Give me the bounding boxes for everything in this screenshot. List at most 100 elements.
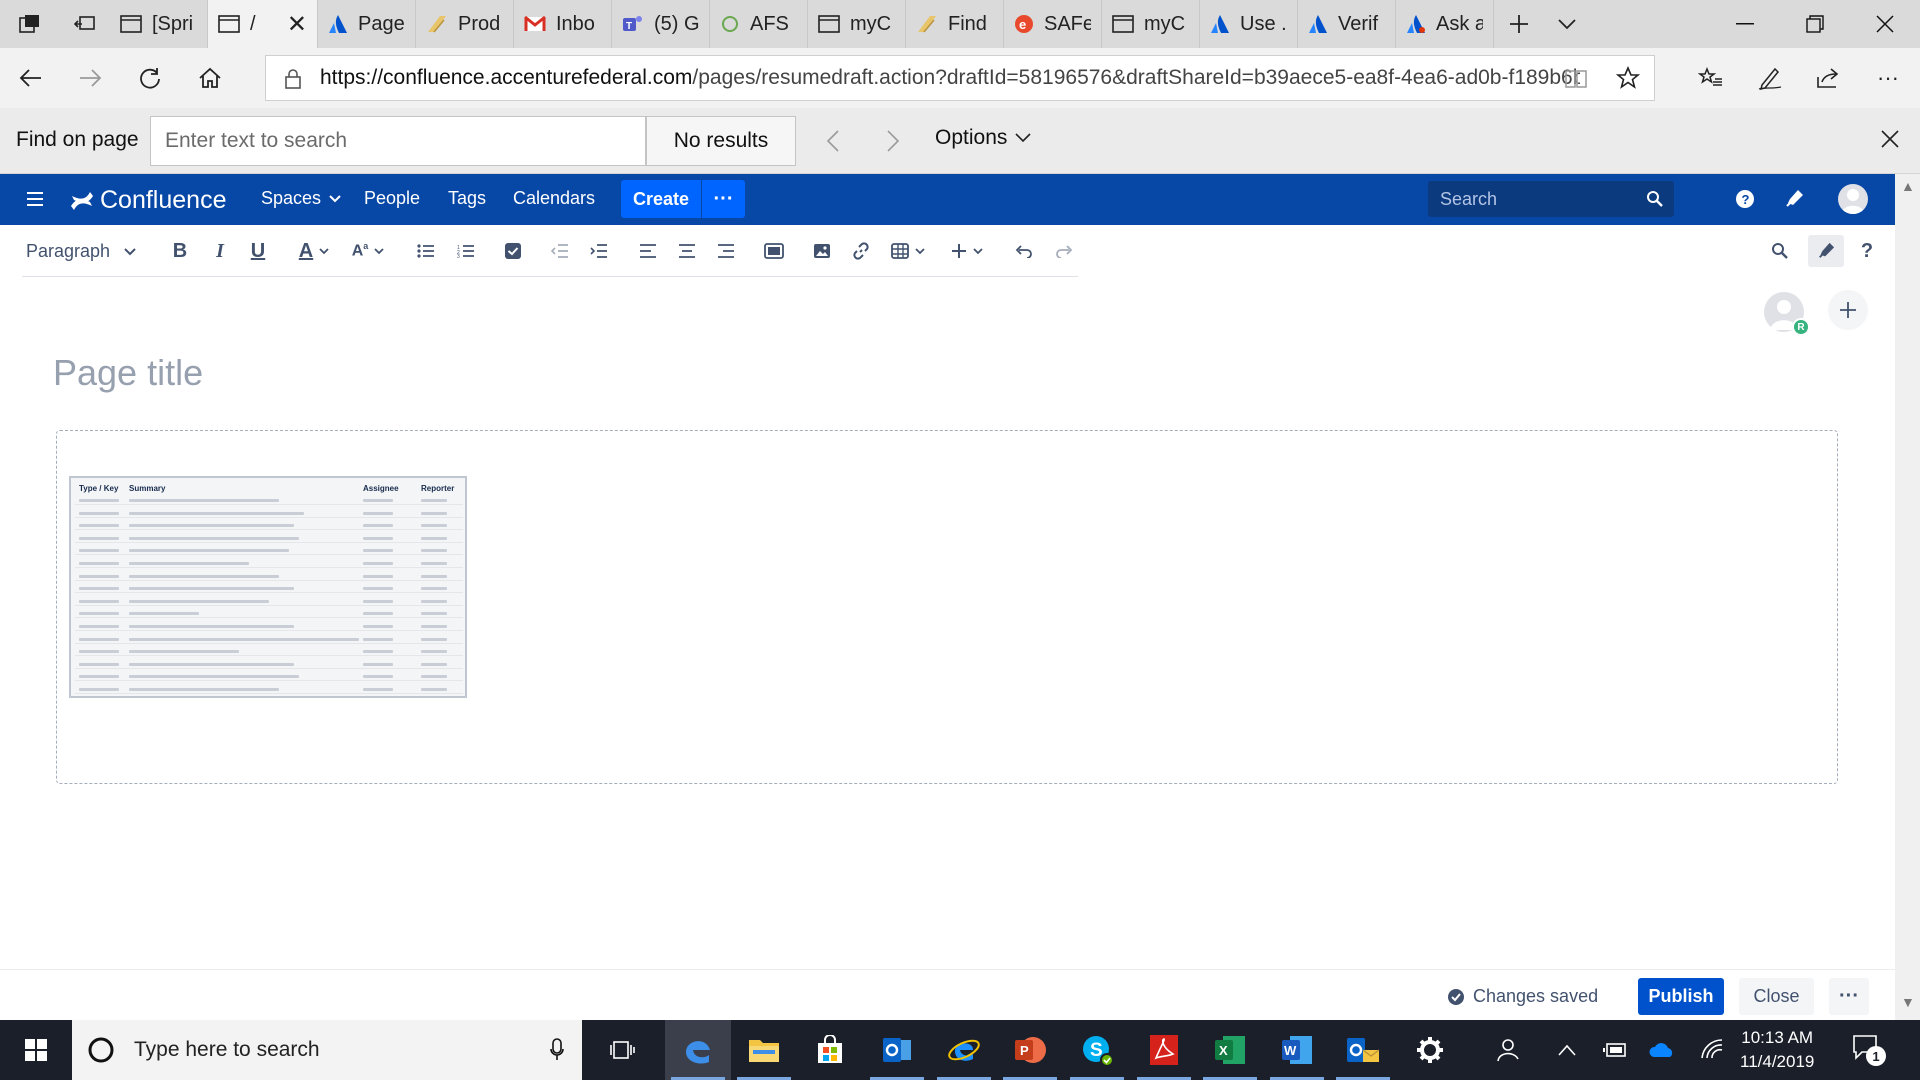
user-avatar[interactable] xyxy=(1838,184,1868,214)
people-icon[interactable] xyxy=(1494,1037,1520,1063)
align-right-icon[interactable] xyxy=(714,239,738,263)
system-clock[interactable]: 10:13 AM 11/4/2019 xyxy=(1740,1026,1814,1074)
tab-teams[interactable]: T (5) G xyxy=(612,0,710,48)
tab-inbox[interactable]: Inbo xyxy=(514,0,612,48)
italic-icon[interactable]: I xyxy=(208,239,232,263)
favorite-star-icon[interactable] xyxy=(1616,66,1640,90)
page-scrollbar[interactable]: ▲ ▼ xyxy=(1895,174,1920,1020)
taskbar-search-box[interactable]: Type here to search xyxy=(72,1020,582,1080)
publish-button[interactable]: Publish xyxy=(1638,978,1724,1015)
notifications-icon[interactable] xyxy=(1784,188,1804,210)
taskbar-internet-explorer[interactable] xyxy=(931,1020,997,1080)
task-list-icon[interactable] xyxy=(501,239,525,263)
tab-ask[interactable]: Ask a xyxy=(1396,0,1494,48)
editor-notifications-icon[interactable] xyxy=(1808,235,1844,267)
taskbar-word[interactable]: W xyxy=(1264,1020,1330,1080)
hamburger-menu-icon[interactable] xyxy=(27,192,43,206)
create-button[interactable]: Create xyxy=(621,180,701,218)
numbered-list-icon[interactable]: 123 xyxy=(454,239,478,263)
tab-verif[interactable]: Verif xyxy=(1298,0,1396,48)
address-bar[interactable]: https://confluence.accenturefederal.com/… xyxy=(265,55,1655,101)
find-previous-icon[interactable] xyxy=(816,124,850,158)
find-close-icon[interactable] xyxy=(1873,122,1907,156)
insert-link-icon[interactable] xyxy=(849,239,873,263)
taskbar-edge[interactable] xyxy=(665,1020,731,1080)
tab-page[interactable]: Page xyxy=(318,0,416,48)
home-icon[interactable] xyxy=(192,60,228,96)
taskbar-store[interactable] xyxy=(797,1020,863,1080)
nav-spaces[interactable]: Spaces xyxy=(261,188,341,209)
page-title-input[interactable]: Page title xyxy=(53,352,203,394)
nav-calendars[interactable]: Calendars xyxy=(513,188,595,209)
settings-more-icon[interactable]: ··· xyxy=(1870,60,1906,96)
close-window-icon[interactable] xyxy=(1850,0,1920,48)
tab-close-icon[interactable]: ✕ xyxy=(287,10,307,39)
tab-prod[interactable]: Prod xyxy=(416,0,514,48)
taskbar-settings[interactable] xyxy=(1397,1020,1463,1080)
close-button[interactable]: Close xyxy=(1739,978,1814,1015)
collaborator-avatar[interactable]: R xyxy=(1764,292,1810,336)
onedrive-cloud-icon[interactable] xyxy=(1648,1040,1676,1060)
start-button[interactable] xyxy=(3,1020,69,1080)
bold-icon[interactable]: B xyxy=(168,239,192,263)
insert-image-icon[interactable] xyxy=(810,239,834,263)
bullet-list-icon[interactable] xyxy=(414,239,438,263)
find-options-button[interactable]: Options xyxy=(935,126,1031,150)
page-layout-icon[interactable] xyxy=(762,239,786,263)
new-tab-icon[interactable] xyxy=(1494,0,1544,48)
indent-icon[interactable] xyxy=(587,239,611,263)
battery-icon[interactable] xyxy=(1603,1040,1629,1060)
tab-use[interactable]: Use . xyxy=(1200,0,1298,48)
tab-myc[interactable]: myC xyxy=(808,0,906,48)
text-color-button[interactable]: A xyxy=(292,239,336,263)
taskbar-excel[interactable]: X xyxy=(1197,1020,1263,1080)
tab-set-aside-icon[interactable] xyxy=(0,0,60,48)
editor-content-area[interactable]: Type / Key Summary Assignee Reporter xyxy=(56,430,1838,784)
underline-icon[interactable]: U xyxy=(246,239,270,263)
outdent-icon[interactable] xyxy=(548,239,572,263)
favorites-hub-icon[interactable] xyxy=(1693,60,1729,96)
tab-myc-2[interactable]: myC xyxy=(1102,0,1200,48)
add-collaborator-button[interactable] xyxy=(1828,290,1868,330)
taskbar-outlook-mail[interactable] xyxy=(1330,1020,1396,1080)
undo-icon[interactable] xyxy=(1012,239,1036,263)
back-icon[interactable] xyxy=(13,60,49,96)
more-formatting-button[interactable]: Aa xyxy=(346,239,390,263)
action-center-button[interactable]: 1 xyxy=(1852,1034,1886,1066)
align-left-icon[interactable] xyxy=(636,239,660,263)
microphone-icon[interactable] xyxy=(550,1038,564,1062)
pasted-table-image[interactable]: Type / Key Summary Assignee Reporter xyxy=(69,476,467,698)
tab-safe[interactable]: e SAFe xyxy=(1004,0,1102,48)
taskbar-acrobat[interactable] xyxy=(1131,1020,1197,1080)
footer-more-button[interactable]: ··· xyxy=(1829,978,1869,1015)
scroll-down-icon[interactable]: ▼ xyxy=(1901,994,1915,1010)
tab-preview-chevron-icon[interactable] xyxy=(1544,0,1590,48)
tab-active-confluence[interactable]: / ✕ xyxy=(208,0,318,48)
nav-tags[interactable]: Tags xyxy=(448,188,486,209)
insert-more-button[interactable] xyxy=(947,239,987,263)
minimize-icon[interactable] xyxy=(1710,0,1780,48)
create-more-button[interactable]: ··· xyxy=(701,180,745,218)
tab-spri[interactable]: [Spri xyxy=(110,0,208,48)
wifi-icon[interactable] xyxy=(1700,1038,1724,1060)
paragraph-format-dropdown[interactable]: Paragraph xyxy=(26,241,136,262)
taskbar-powerpoint[interactable]: P xyxy=(997,1020,1063,1080)
find-replace-icon[interactable] xyxy=(1768,239,1792,263)
tab-find[interactable]: Find xyxy=(906,0,1004,48)
help-icon[interactable]: ? xyxy=(1735,189,1755,209)
align-center-icon[interactable] xyxy=(675,239,699,263)
confluence-logo[interactable]: Confluence xyxy=(70,186,226,215)
reading-view-icon[interactable] xyxy=(1564,68,1588,90)
nav-people[interactable]: People xyxy=(364,188,420,209)
find-next-icon[interactable] xyxy=(876,124,910,158)
keyboard-help-icon[interactable]: ? xyxy=(1855,239,1879,263)
show-hidden-icons-chevron-icon[interactable] xyxy=(1558,1044,1576,1056)
tab-restore-icon[interactable] xyxy=(60,0,110,48)
taskbar-skype[interactable]: S xyxy=(1064,1020,1130,1080)
task-view-icon[interactable] xyxy=(590,1020,656,1080)
tab-afs[interactable]: AFS xyxy=(710,0,808,48)
insert-table-button[interactable] xyxy=(888,239,928,263)
taskbar-file-explorer[interactable] xyxy=(731,1020,797,1080)
find-input[interactable] xyxy=(150,116,646,166)
redo-icon[interactable] xyxy=(1052,239,1076,263)
